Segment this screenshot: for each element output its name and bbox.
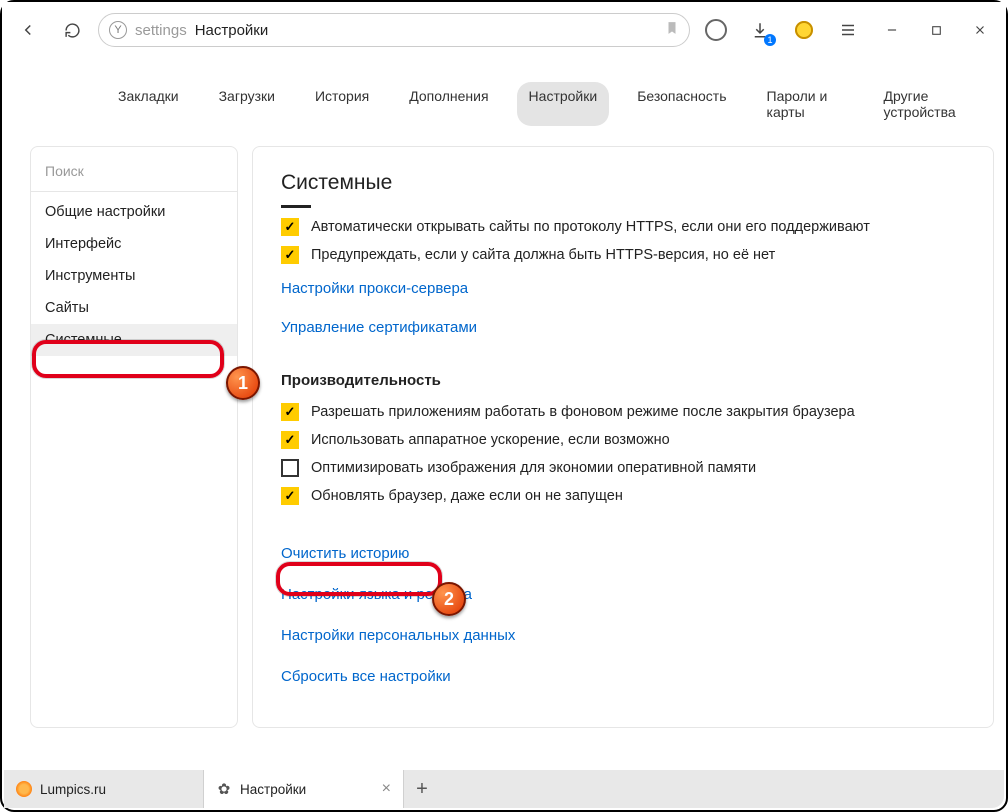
link-personal-data[interactable]: Настройки персональных данных bbox=[281, 627, 965, 644]
nav-tab-bookmarks[interactable]: Закладки bbox=[106, 82, 191, 126]
address-title: Настройки bbox=[195, 22, 269, 39]
browser-toolbar: Y settings Настройки 1 bbox=[2, 2, 1006, 58]
back-button[interactable] bbox=[10, 12, 46, 48]
checkbox-https-auto[interactable] bbox=[281, 218, 299, 236]
annotation-callout-1: 1 bbox=[226, 366, 260, 400]
nav-tab-devices[interactable]: Другие устройства bbox=[872, 82, 986, 126]
link-cert-management[interactable]: Управление сертификатами bbox=[281, 319, 477, 336]
settings-content: Системные Автоматически открывать сайты … bbox=[252, 146, 994, 728]
sidebar-item-interface[interactable]: Интерфейс bbox=[31, 228, 237, 260]
address-prefix: settings bbox=[135, 22, 187, 39]
browser-tab-2[interactable]: ✿ Настройки × bbox=[204, 770, 404, 808]
favicon-settings-icon: ✿ bbox=[216, 781, 232, 797]
nav-tab-settings[interactable]: Настройки bbox=[517, 82, 610, 126]
checkbox-update-bg[interactable] bbox=[281, 487, 299, 505]
sidebar-search[interactable]: Поиск bbox=[31, 153, 237, 189]
minimize-button[interactable] bbox=[874, 12, 910, 48]
nav-tab-passwords[interactable]: Пароли и карты bbox=[755, 82, 856, 126]
tab-title: Настройки bbox=[240, 782, 306, 797]
download-badge: 1 bbox=[764, 34, 776, 46]
browser-tab-strip: Lumpics.ru ✿ Настройки × + bbox=[4, 770, 1004, 808]
sidebar-divider bbox=[31, 191, 237, 192]
settings-nav: Закладки Загрузки История Дополнения Нас… bbox=[2, 58, 1006, 138]
label-optimize-images: Оптимизировать изображения для экономии … bbox=[311, 460, 756, 476]
annotation-callout-2: 2 bbox=[432, 582, 466, 616]
yandex-logo-icon: Y bbox=[109, 21, 127, 39]
checkbox-hw-accel[interactable] bbox=[281, 431, 299, 449]
sidebar-item-system[interactable]: Системные bbox=[31, 324, 237, 356]
tab-close-button[interactable]: × bbox=[382, 780, 391, 798]
favicon-lumpics-icon bbox=[16, 781, 32, 797]
checkbox-bg-apps[interactable] bbox=[281, 403, 299, 421]
link-language-region[interactable]: Настройки языка и региона bbox=[281, 586, 965, 603]
reload-button[interactable] bbox=[54, 12, 90, 48]
browser-tab-1[interactable]: Lumpics.ru bbox=[4, 770, 204, 808]
yandex-services-button[interactable] bbox=[698, 12, 734, 48]
extension-button[interactable] bbox=[786, 12, 822, 48]
tab-title: Lumpics.ru bbox=[40, 782, 106, 797]
sidebar-item-sites[interactable]: Сайты bbox=[31, 292, 237, 324]
scroll-indicator bbox=[281, 205, 311, 208]
label-update-bg: Обновлять браузер, даже если он не запущ… bbox=[311, 488, 623, 504]
nav-tab-downloads[interactable]: Загрузки bbox=[207, 82, 287, 126]
label-bg-apps: Разрешать приложениям работать в фоновом… bbox=[311, 404, 855, 420]
bookmark-icon[interactable] bbox=[665, 20, 679, 41]
label-hw-accel: Использовать аппаратное ускорение, если … bbox=[311, 432, 670, 448]
nav-tab-addons[interactable]: Дополнения bbox=[397, 82, 500, 126]
label-https-warn: Предупреждать, если у сайта должна быть … bbox=[311, 247, 775, 263]
settings-sidebar: Поиск Общие настройки Интерфейс Инструме… bbox=[30, 146, 238, 728]
checkbox-https-warn[interactable] bbox=[281, 246, 299, 264]
sidebar-item-tools[interactable]: Инструменты bbox=[31, 260, 237, 292]
label-https-auto: Автоматически открывать сайты по протоко… bbox=[311, 219, 870, 235]
link-clear-history[interactable]: Очистить историю bbox=[281, 545, 965, 562]
address-bar[interactable]: Y settings Настройки bbox=[98, 13, 690, 47]
sidebar-item-general[interactable]: Общие настройки bbox=[31, 196, 237, 228]
nav-tab-history[interactable]: История bbox=[303, 82, 381, 126]
close-window-button[interactable] bbox=[962, 12, 998, 48]
menu-button[interactable] bbox=[830, 12, 866, 48]
new-tab-button[interactable]: + bbox=[404, 770, 440, 808]
section-heading: Системные bbox=[281, 171, 965, 195]
downloads-button[interactable]: 1 bbox=[742, 12, 778, 48]
performance-heading: Производительность bbox=[281, 372, 965, 389]
nav-tab-security[interactable]: Безопасность bbox=[625, 82, 738, 126]
maximize-button[interactable] bbox=[918, 12, 954, 48]
link-proxy-settings[interactable]: Настройки прокси-сервера bbox=[281, 280, 468, 297]
checkbox-optimize-images[interactable] bbox=[281, 459, 299, 477]
link-reset-settings[interactable]: Сбросить все настройки bbox=[281, 668, 965, 685]
